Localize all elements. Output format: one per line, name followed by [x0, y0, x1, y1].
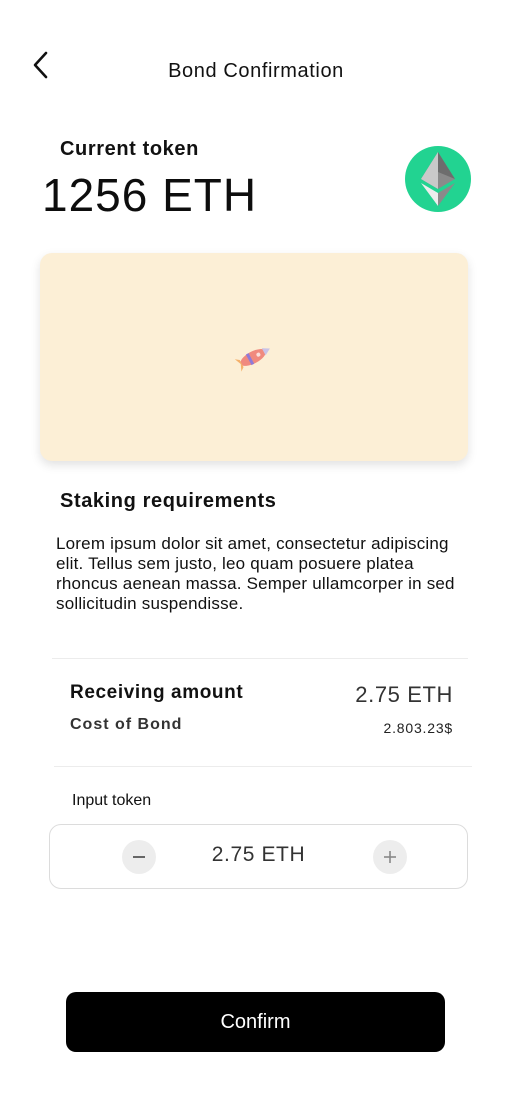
cost-of-bond-value: 2.803.23$	[383, 720, 453, 736]
divider	[54, 766, 472, 767]
token-amount-stepper: 2.75 ETH	[49, 824, 468, 889]
plus-icon	[384, 851, 396, 863]
ethereum-icon	[421, 152, 455, 206]
receiving-amount-label: Receiving amount	[70, 682, 244, 703]
divider	[52, 658, 468, 659]
staking-requirements-text: Lorem ipsum dolor sit amet, consectetur …	[56, 534, 455, 613]
confirm-button[interactable]: Confirm	[66, 992, 445, 1052]
cost-of-bond-label: Cost of Bond	[70, 716, 183, 733]
rocket-icon	[234, 348, 270, 372]
staking-requirements-title: Staking requirements	[60, 490, 277, 512]
receiving-amount-value: 2.75 ETH	[355, 682, 453, 707]
current-token-label: Current token	[60, 138, 199, 160]
current-token-amount: 1256 ETH	[42, 169, 258, 221]
page-title: Bond Confirmation	[168, 60, 344, 82]
eth-badge	[405, 146, 471, 212]
increment-button[interactable]	[373, 840, 407, 874]
promo-banner	[40, 253, 468, 461]
input-token-label: Input token	[72, 792, 152, 809]
